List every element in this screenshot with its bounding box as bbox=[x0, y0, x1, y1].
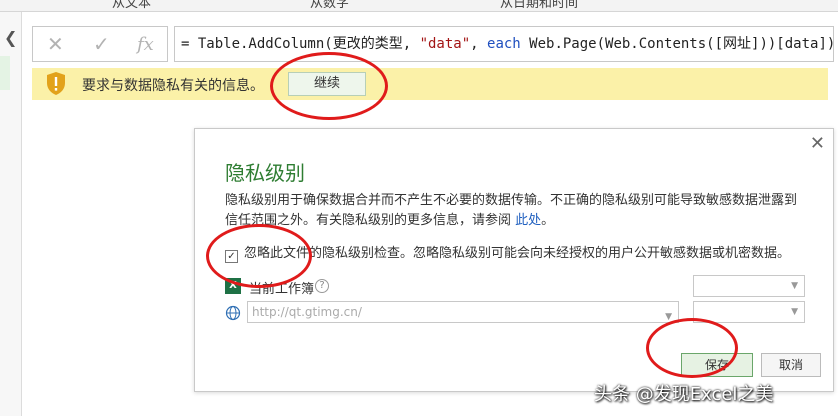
caret-down-icon: ▼ bbox=[791, 307, 798, 317]
ignore-privacy-checkbox[interactable]: ✓ bbox=[225, 250, 238, 263]
formula-suffix: Web.Page(Web.Contents([网址]))[data]) bbox=[520, 36, 834, 52]
workbook-privacy-select[interactable]: ▼ bbox=[693, 275, 805, 297]
check-icon[interactable]: ✓ bbox=[93, 32, 110, 56]
ignore-privacy-label: 忽略此文件的隐私级别检查。忽略隐私级别可能会向未经授权的用户公开敏感数据或机密数… bbox=[244, 246, 791, 261]
dialog-title: 隐私级别 bbox=[225, 161, 305, 185]
fx-icon[interactable]: fx bbox=[137, 34, 154, 55]
current-workbook-label: 当前工作簿 bbox=[249, 282, 315, 297]
chevron-left-icon[interactable]: ❮ bbox=[4, 28, 17, 47]
web-url-value: http://qt.gtimg.cn/ bbox=[252, 305, 362, 319]
query-pane-gutter: ❮ bbox=[0, 12, 22, 416]
dialog-description: 隐私级别用于确保数据合并而不产生不必要的数据传输。不正确的隐私级别可能导致敏感数… bbox=[225, 191, 805, 231]
info-icon[interactable]: ? bbox=[315, 279, 329, 293]
ribbon-tab-from-number[interactable]: 从数字 bbox=[310, 0, 349, 11]
privacy-levels-dialog: ✕ 隐私级别 隐私级别用于确保数据合并而不产生不必要的数据传输。不正确的隐私级别… bbox=[194, 128, 834, 392]
caret-down-icon: ▼ bbox=[791, 281, 798, 291]
close-icon[interactable]: ✕ bbox=[810, 133, 825, 154]
shield-warning-icon bbox=[47, 72, 65, 95]
formula-input[interactable]: = Table.AddColumn(更改的类型, "data", each We… bbox=[174, 26, 834, 62]
editor-main: ✕ ✓ fx = Table.AddColumn(更改的类型, "data", … bbox=[22, 12, 838, 416]
web-privacy-select[interactable]: ▼ bbox=[693, 301, 805, 323]
ribbon-tabs: 从文本 从数字 从日期和时间 bbox=[0, 0, 838, 12]
warning-message: 要求与数据隐私有关的信息。 bbox=[82, 78, 264, 94]
ignore-privacy-row: ✓ 忽略此文件的隐私级别检查。忽略隐私级别可能会向未经授权的用户公开敏感数据或机密… bbox=[225, 242, 790, 263]
learn-more-link[interactable]: 此处 bbox=[515, 213, 541, 228]
caret-down-icon: ▼ bbox=[665, 312, 672, 322]
current-workbook-row: X 当前工作簿 ? ▼ bbox=[225, 275, 805, 297]
web-source-row: http://qt.gtimg.cn/ ▼ ▼ bbox=[225, 301, 805, 325]
save-button[interactable]: 保存 bbox=[681, 353, 753, 377]
description-text: 隐私级别用于确保数据合并而不产生不必要的数据传输。不正确的隐私级别可能导致敏感数… bbox=[225, 193, 798, 228]
cancel-button[interactable]: 取消 bbox=[761, 353, 821, 377]
excel-icon: X bbox=[225, 278, 241, 294]
ribbon-tab-from-text[interactable]: 从文本 bbox=[112, 0, 151, 11]
privacy-warning-bar: 要求与数据隐私有关的信息。 继续 bbox=[32, 68, 828, 100]
formula-bar: ✕ ✓ fx = Table.AddColumn(更改的类型, "data", … bbox=[32, 26, 834, 66]
x-icon[interactable]: ✕ bbox=[47, 32, 64, 56]
formula-prefix: = Table.AddColumn(更改的类型, bbox=[181, 36, 420, 52]
globe-icon bbox=[225, 305, 241, 321]
formula-buttons: ✕ ✓ fx bbox=[32, 26, 168, 62]
formula-string: "data" bbox=[419, 36, 471, 52]
formula-keyword: each bbox=[487, 36, 521, 52]
ribbon-tab-from-datetime[interactable]: 从日期和时间 bbox=[500, 0, 578, 11]
description-suffix: 。 bbox=[541, 213, 555, 228]
formula-mid: , bbox=[470, 36, 488, 52]
web-url-select[interactable]: http://qt.gtimg.cn/ ▼ bbox=[247, 301, 679, 323]
query-selection-marker bbox=[0, 56, 10, 90]
watermark: 头条 @发现Excel之美 bbox=[594, 384, 774, 405]
continue-button[interactable]: 继续 bbox=[288, 72, 366, 96]
